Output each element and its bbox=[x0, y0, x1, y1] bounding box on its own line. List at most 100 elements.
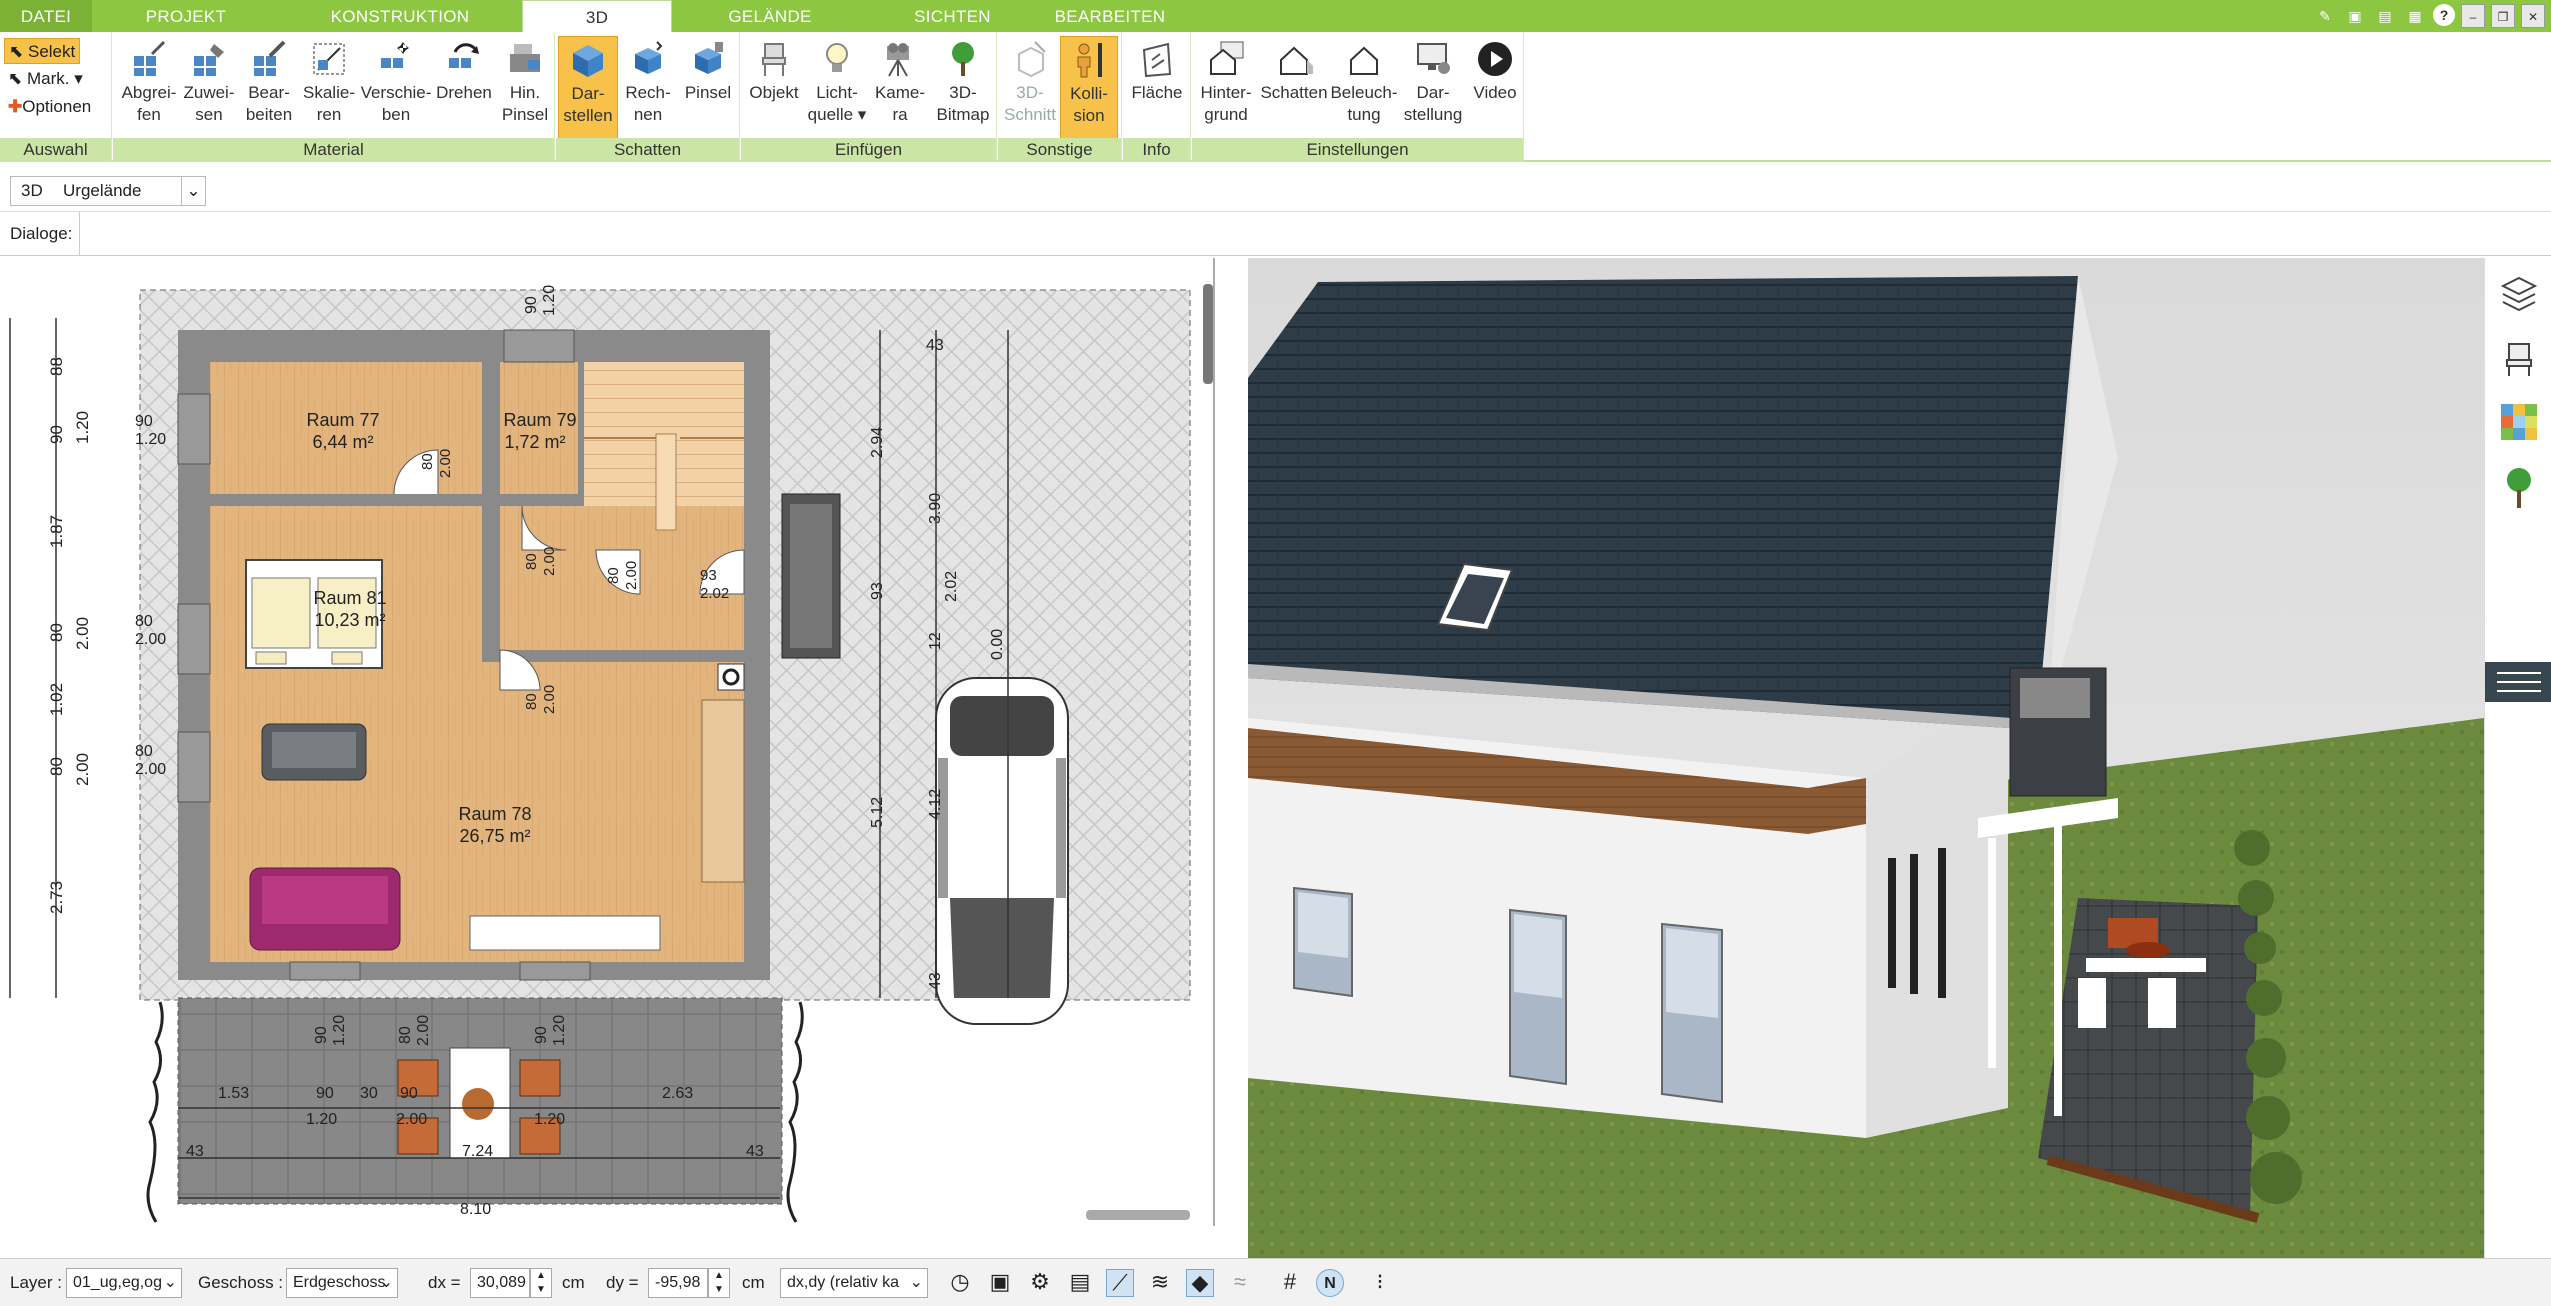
vertical-scrollbar[interactable] bbox=[1203, 284, 1213, 384]
tab-3d[interactable]: 3D bbox=[522, 0, 672, 33]
dim-label: 90 bbox=[135, 413, 153, 430]
north-arrow-icon[interactable]: N bbox=[1316, 1269, 1344, 1297]
schatten-darstellen-button[interactable]: Dar-stellen bbox=[558, 36, 618, 140]
skalieren-button[interactable]: Skalie-ren bbox=[299, 36, 359, 136]
geschoss-select[interactable]: Erdgeschoss ⌄ bbox=[286, 1268, 398, 1298]
dim-label: 90 bbox=[400, 1085, 418, 1102]
flaeche-button[interactable]: Fläche bbox=[1127, 36, 1187, 136]
monitor-icon[interactable]: ▣ bbox=[986, 1269, 1014, 1297]
schatten-rechnen-button[interactable]: Rech-nen bbox=[618, 36, 678, 136]
edit-material-icon bbox=[254, 40, 286, 76]
3d-render[interactable] bbox=[1248, 258, 2484, 1258]
view-toolbar: 3D Urgelände ⌄ bbox=[0, 164, 2551, 212]
objekt-button[interactable]: Objekt bbox=[743, 36, 805, 136]
more-icon[interactable]: ⁝ bbox=[1366, 1269, 1394, 1297]
tab-konstruktion[interactable]: KONSTRUKTION bbox=[290, 0, 510, 32]
dim-label: 88 bbox=[47, 357, 66, 376]
dim-label: 43 bbox=[926, 337, 944, 354]
angle-snap-icon[interactable]: ⟋ bbox=[1106, 1269, 1134, 1297]
tab-sichten[interactable]: SICHTEN bbox=[870, 0, 1035, 32]
abgreifen-button[interactable]: Abgrei-fen bbox=[119, 36, 179, 136]
video-button[interactable]: Video bbox=[1468, 36, 1522, 136]
tools-icon[interactable]: ✎ bbox=[2313, 4, 2337, 28]
plane-icon[interactable]: ◆ bbox=[1186, 1269, 1214, 1297]
tree-icon bbox=[952, 42, 974, 76]
terrain-select[interactable]: 3D Urgelände ⌄ bbox=[10, 176, 206, 206]
furniture-icon[interactable] bbox=[2499, 338, 2539, 378]
verschieben-button[interactable]: Verschie-ben bbox=[359, 36, 433, 136]
zuweisen-button[interactable]: Zuwei-sen bbox=[179, 36, 239, 136]
layers-icon[interactable] bbox=[2499, 274, 2539, 314]
tab-datei[interactable]: DATEI bbox=[0, 0, 92, 32]
brush-icon bbox=[510, 44, 540, 72]
close-button[interactable]: ✕ bbox=[2521, 4, 2545, 28]
floor-plan-view[interactable]: Raum 77 6,44 m² Raum 79 1,72 m² Raum 81 … bbox=[0, 258, 1215, 1226]
layer-stack-icon[interactable]: ≈ bbox=[1226, 1269, 1254, 1297]
dim-label: 1.20 bbox=[331, 1015, 348, 1046]
eyedropper-icon bbox=[134, 40, 166, 76]
layout-icon[interactable]: ▤ bbox=[2373, 4, 2397, 28]
drehen-button[interactable]: Drehen bbox=[433, 36, 495, 136]
3d-view[interactable] bbox=[1248, 258, 2484, 1258]
room-77-area: 6,44 m² bbox=[312, 432, 373, 452]
schatten-einstellung-button[interactable]: Schatten bbox=[1258, 36, 1330, 136]
restore-button[interactable]: ❐ bbox=[2491, 4, 2515, 28]
room-81-name[interactable]: Raum 81 bbox=[313, 588, 386, 608]
select-button[interactable]: ⬉ Selekt bbox=[4, 38, 81, 64]
dy-unit: cm bbox=[742, 1273, 765, 1292]
snap-icon[interactable]: ▤ bbox=[1066, 1269, 1094, 1297]
3d-bitmap-button[interactable]: 3D- Bitmap bbox=[931, 36, 995, 136]
horizontal-scrollbar[interactable] bbox=[1086, 1210, 1190, 1220]
grid-icon[interactable]: # bbox=[1276, 1269, 1304, 1297]
kamera-button[interactable]: Kame-ra bbox=[869, 36, 931, 136]
grid-icon[interactable]: ▦ bbox=[2403, 4, 2427, 28]
dim-label: 43 bbox=[746, 1143, 764, 1160]
house-shadow-icon bbox=[1280, 46, 1313, 75]
floor-plan-drawing[interactable]: Raum 77 6,44 m² Raum 79 1,72 m² Raum 81 … bbox=[0, 258, 1215, 1226]
help-icon[interactable]: ? bbox=[2433, 4, 2455, 26]
room-78-name[interactable]: Raum 78 bbox=[458, 804, 531, 824]
door-label: 2.00 bbox=[623, 561, 640, 590]
clock-icon[interactable]: ◷ bbox=[946, 1269, 974, 1297]
group-label: Material bbox=[113, 138, 554, 162]
bearbeiten-button[interactable]: Bear-beiten bbox=[239, 36, 299, 136]
schatten-pinsel-button[interactable]: Pinsel bbox=[678, 36, 738, 136]
camera-small-icon[interactable]: ⚙ bbox=[1026, 1269, 1054, 1297]
tab-projekt[interactable]: PROJEKT bbox=[96, 0, 276, 32]
kollision-button[interactable]: Kolli-sion bbox=[1060, 36, 1118, 140]
beleuchtung-button[interactable]: Beleuch-tung bbox=[1330, 36, 1398, 136]
dim-label: 2.63 bbox=[662, 1085, 693, 1102]
mark-button[interactable]: ⬉ Mark. ▾ bbox=[4, 66, 87, 92]
coordinate-mode-select[interactable]: dx,dy (relativ ka ⌄ bbox=[780, 1268, 928, 1298]
window-icon[interactable]: ▣ bbox=[2343, 4, 2367, 28]
layer-select[interactable]: 01_ug,eg,og ⌄ bbox=[66, 1268, 182, 1298]
hamburger-menu-button[interactable] bbox=[2485, 662, 2551, 702]
hin-pinsel-button[interactable]: Hin. Pinsel bbox=[495, 36, 555, 136]
shadow-brush-icon bbox=[695, 42, 723, 74]
dx-input[interactable]: 30,089 bbox=[470, 1268, 530, 1298]
door-label: 80 bbox=[523, 553, 540, 570]
dim-label: 2.94 bbox=[869, 427, 886, 458]
dim-label: 3.90 bbox=[927, 493, 944, 524]
door-label: 80 bbox=[419, 453, 436, 470]
dy-stepper[interactable]: ▲ ▼ bbox=[708, 1268, 730, 1298]
plants-icon[interactable] bbox=[2499, 466, 2539, 510]
3d-schnitt-button[interactable]: 3D- Schnitt bbox=[1000, 36, 1060, 136]
optionen-button[interactable]: ✚Optionen bbox=[4, 94, 95, 120]
hintergrund-button[interactable]: Hinter-grund bbox=[1194, 36, 1258, 136]
tab-gelaende[interactable]: GELÄNDE bbox=[690, 0, 850, 32]
calc-cube-icon bbox=[635, 41, 663, 74]
minimize-button[interactable]: – bbox=[2461, 4, 2485, 28]
room-77-name[interactable]: Raum 77 bbox=[306, 410, 379, 430]
tab-bearbeiten[interactable]: BEARBEITEN bbox=[1040, 0, 1180, 32]
wall-snap-icon[interactable]: ≋ bbox=[1146, 1269, 1174, 1297]
cursor-icon: ⬉ bbox=[9, 42, 24, 61]
dim-label: 90 bbox=[533, 1026, 550, 1044]
dx-stepper[interactable]: ▲ ▼ bbox=[530, 1268, 552, 1298]
dy-input[interactable]: -95,98 bbox=[648, 1268, 708, 1298]
dim-label: 1.20 bbox=[135, 431, 166, 448]
lichtquelle-button[interactable]: Licht-quelle ▾ bbox=[805, 36, 869, 136]
materials-icon[interactable] bbox=[2499, 402, 2539, 442]
room-79-name[interactable]: Raum 79 bbox=[503, 410, 576, 430]
darstellung-button[interactable]: Dar-stellung bbox=[1398, 36, 1468, 136]
